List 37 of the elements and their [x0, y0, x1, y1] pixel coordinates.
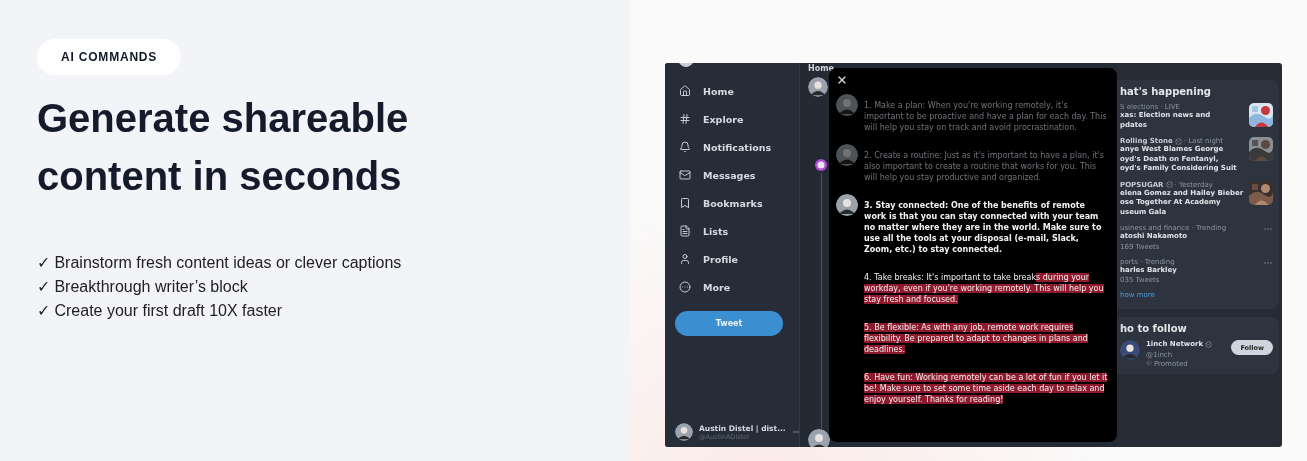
thread-text: 5. Be flexible: As with any job, remote work requires flexibility. Be prepared to adapt to changes in plans and deadlines. [864, 322, 1089, 355]
avatar [836, 144, 858, 166]
nav-icon [679, 253, 691, 265]
nav-item[interactable]: Explore [675, 105, 799, 133]
section-badge: AI COMMANDS [37, 39, 182, 75]
feature-text: ✓ Create your first draft 10X faster [37, 301, 284, 321]
thread-text: 1. Make a plan: When you're working remotely, it's important to be proactive and have a plan for each day. This will help you stay on track and avoid procrastination. [864, 100, 1108, 133]
promoted-icon [1146, 360, 1152, 366]
headline: Generate shareable content in seconds [37, 95, 410, 200]
feed-title: Home [808, 64, 834, 73]
nav-icon [679, 113, 691, 125]
nav-icon [679, 281, 691, 293]
nav-item[interactable]: Notifications [675, 133, 799, 161]
nav-icon [679, 85, 691, 97]
avatar [1120, 340, 1140, 360]
nav-item[interactable]: Profile [675, 245, 799, 273]
nav-item[interactable]: Bookmarks [675, 189, 799, 217]
avatar [808, 77, 828, 97]
nav-icon [679, 169, 691, 181]
card-title: hat's happening [1120, 86, 1212, 97]
thread-text: 6. Have fun: Working remotely can be a lot of fun if you let it be! Make sure to set some time aside each day to relax and enjoy yourself. Thanks for reading! [864, 372, 1109, 405]
nav-item[interactable]: Messages [675, 161, 799, 189]
feature-text: ✓ Breakthrough writer’s block [37, 277, 249, 297]
nav-item[interactable]: Home [675, 77, 799, 105]
nav-icon [679, 141, 691, 153]
thread-text: 2. Create a routine: Just as it's important to have a plan, it's also important to create a routine that works for you. This will help you stay productive and organized. [864, 150, 1105, 183]
avatar [836, 94, 858, 116]
close-button[interactable] [836, 74, 848, 86]
nav-icon [679, 197, 691, 209]
thread-text: 3. Stay connected: One of the benefits of remote work is that you can stay connected with your team no matter where they are in the world. Make sure to use all the tools at your disposal (e-mail, Slack, Zoom, etc.) to stay connected. [864, 200, 1103, 255]
avatar [836, 194, 858, 216]
nav-item[interactable]: More [675, 273, 799, 301]
nav-icon [679, 225, 691, 237]
avatar [675, 423, 693, 441]
feature-text: ✓ Brainstorm fresh content ideas or clever captions [37, 253, 402, 273]
nav-item[interactable]: Lists [675, 217, 799, 245]
card-title: ho to follow [1120, 323, 1188, 334]
